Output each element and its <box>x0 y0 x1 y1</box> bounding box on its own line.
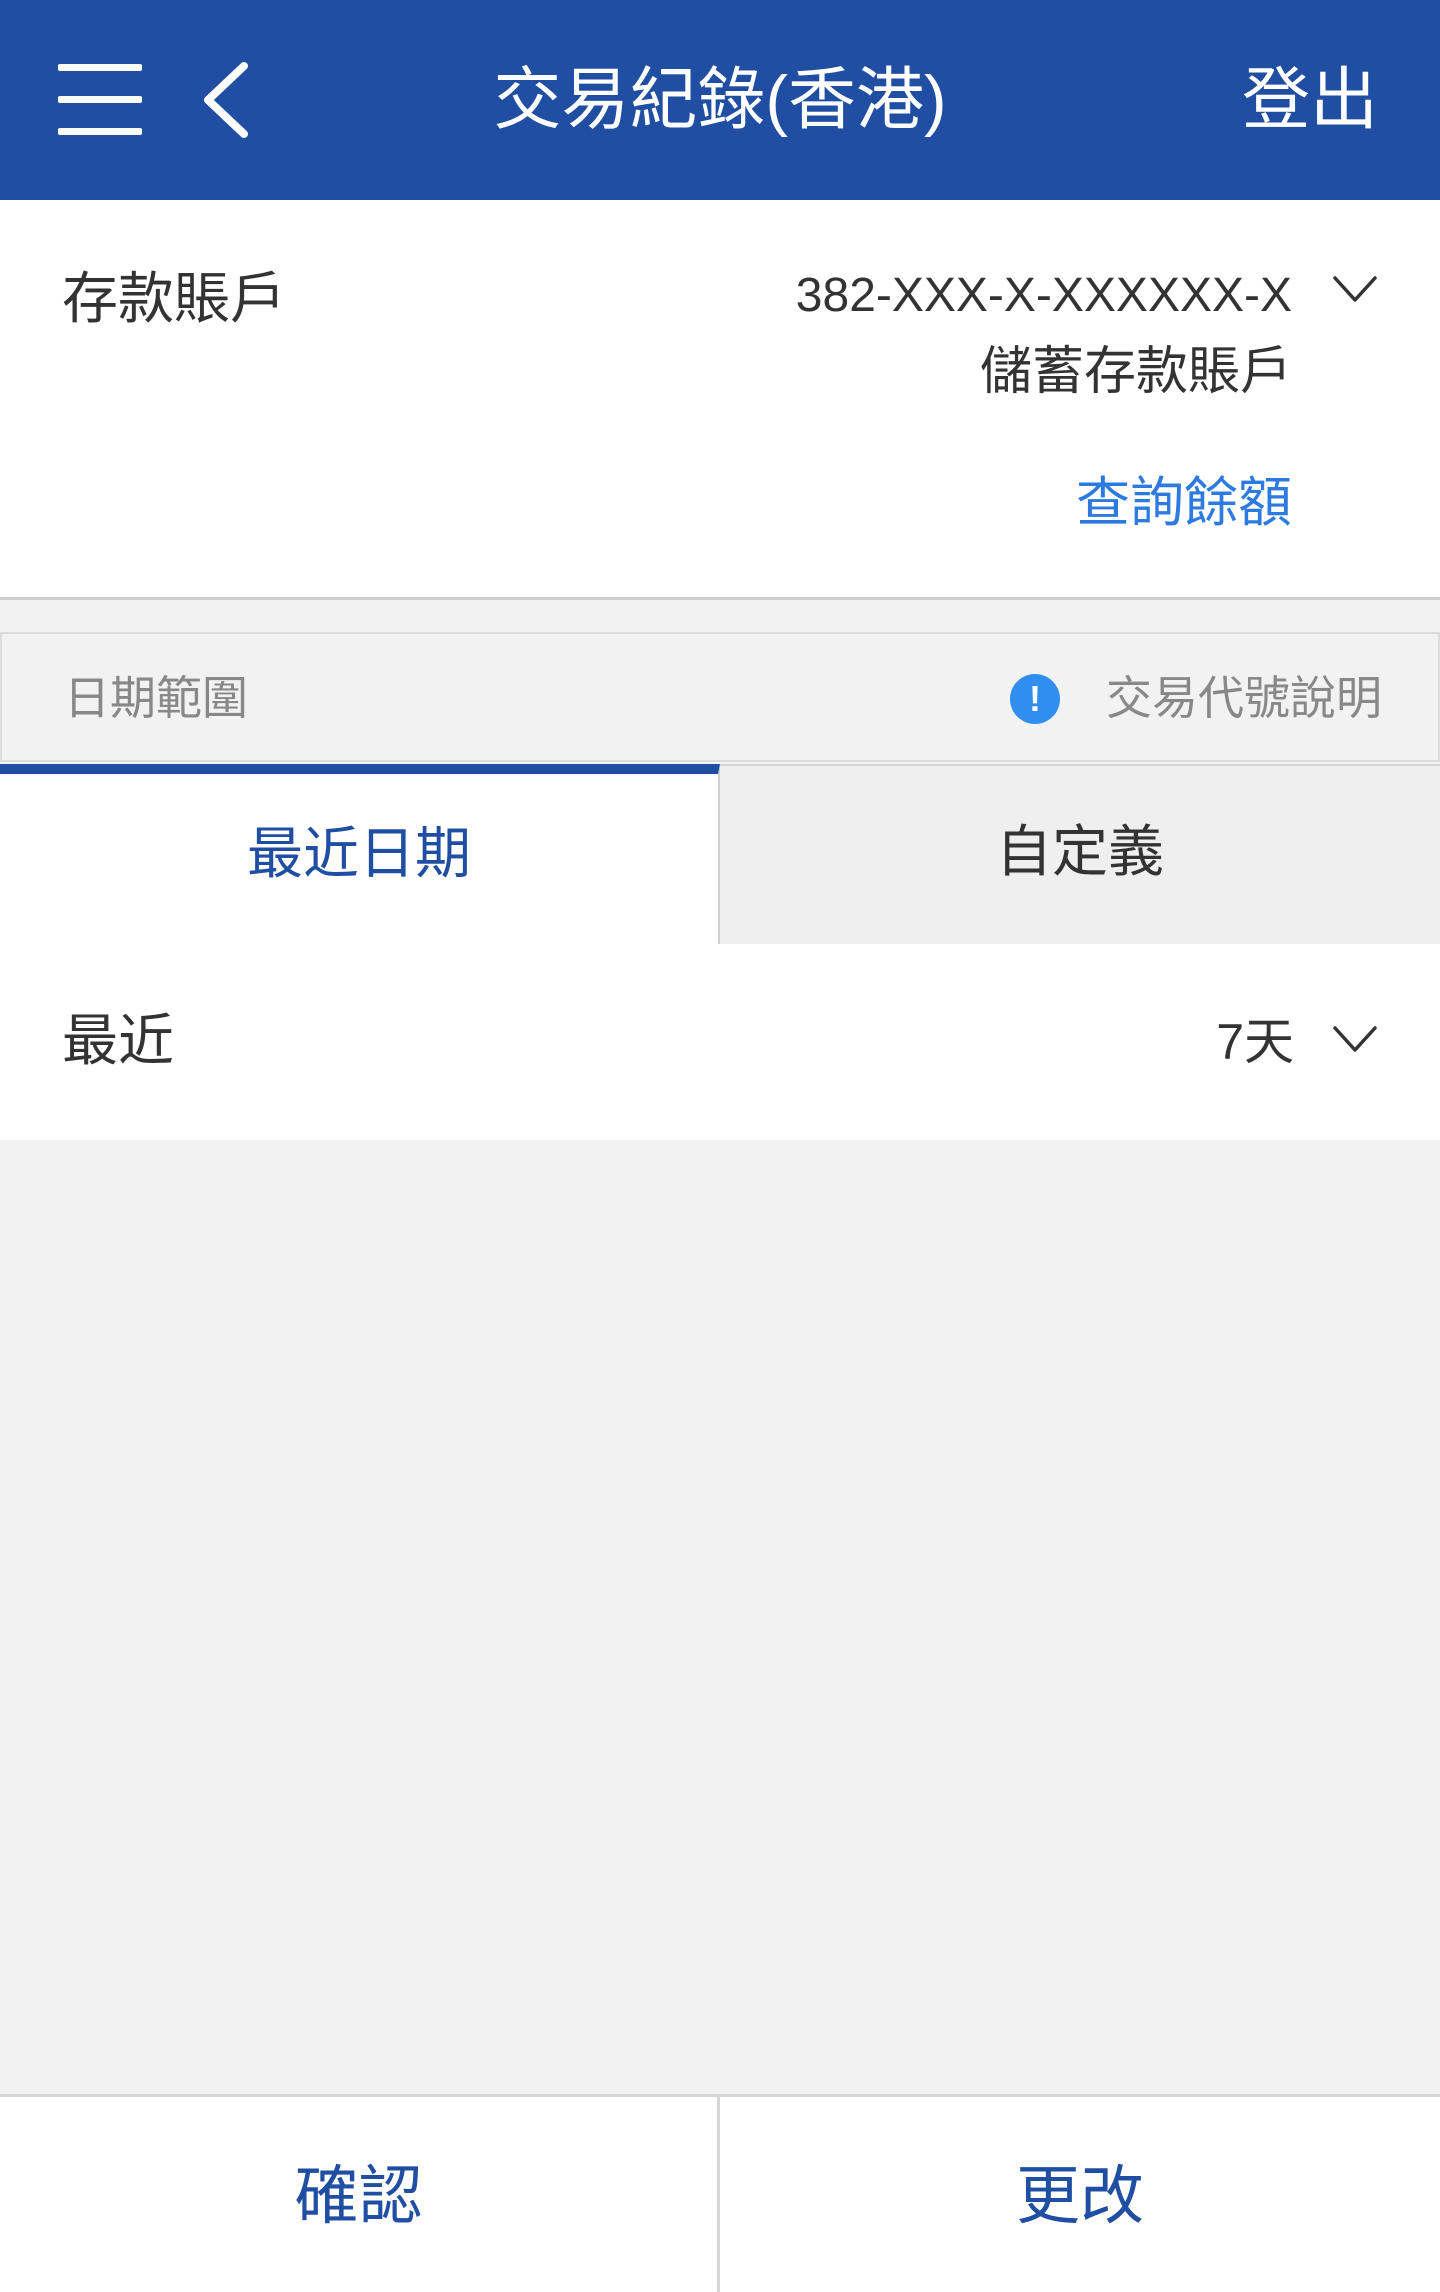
date-range-bar: 日期範圍 ! 交易代號說明 <box>0 632 1440 762</box>
action-bar: 確認 更改 <box>0 2094 1440 2292</box>
page-title: 交易紀錄(香港) <box>493 62 947 138</box>
date-range-label: 日期範圍 <box>64 672 248 724</box>
tab-custom[interactable]: 自定義 <box>720 764 1440 944</box>
chevron-down-icon[interactable] <box>1332 1024 1378 1054</box>
account-type: 儲蓄存款賬戶 <box>979 343 1292 401</box>
logout-button[interactable]: 登出 <box>1242 58 1378 142</box>
recent-label: 最近 <box>62 1009 174 1072</box>
account-section: 存款賬戶 382-XXX-X-XXXXXX-X 儲蓄存款賬戶 查詢餘額 <box>0 200 1440 600</box>
transaction-code-link[interactable]: 交易代號說明 <box>1106 668 1382 728</box>
recent-period-row: 最近 7天 <box>0 944 1440 1140</box>
account-number[interactable]: 382-XXX-X-XXXXXX-X <box>796 266 1292 326</box>
chevron-down-icon[interactable] <box>1332 274 1378 304</box>
tab-recent-date[interactable]: 最近日期 <box>0 764 720 944</box>
recent-period-select[interactable]: 7天 <box>1216 1010 1294 1074</box>
app-header: 交易紀錄(香港) 登出 <box>0 0 1440 200</box>
date-tabs: 最近日期 自定義 <box>0 764 1440 944</box>
confirm-button[interactable]: 確認 <box>0 2097 720 2292</box>
info-icon[interactable]: ! <box>1010 674 1060 724</box>
change-button[interactable]: 更改 <box>720 2097 1440 2292</box>
account-label: 存款賬戶 <box>62 267 286 330</box>
check-balance-link[interactable]: 查詢餘額 <box>1076 470 1292 536</box>
